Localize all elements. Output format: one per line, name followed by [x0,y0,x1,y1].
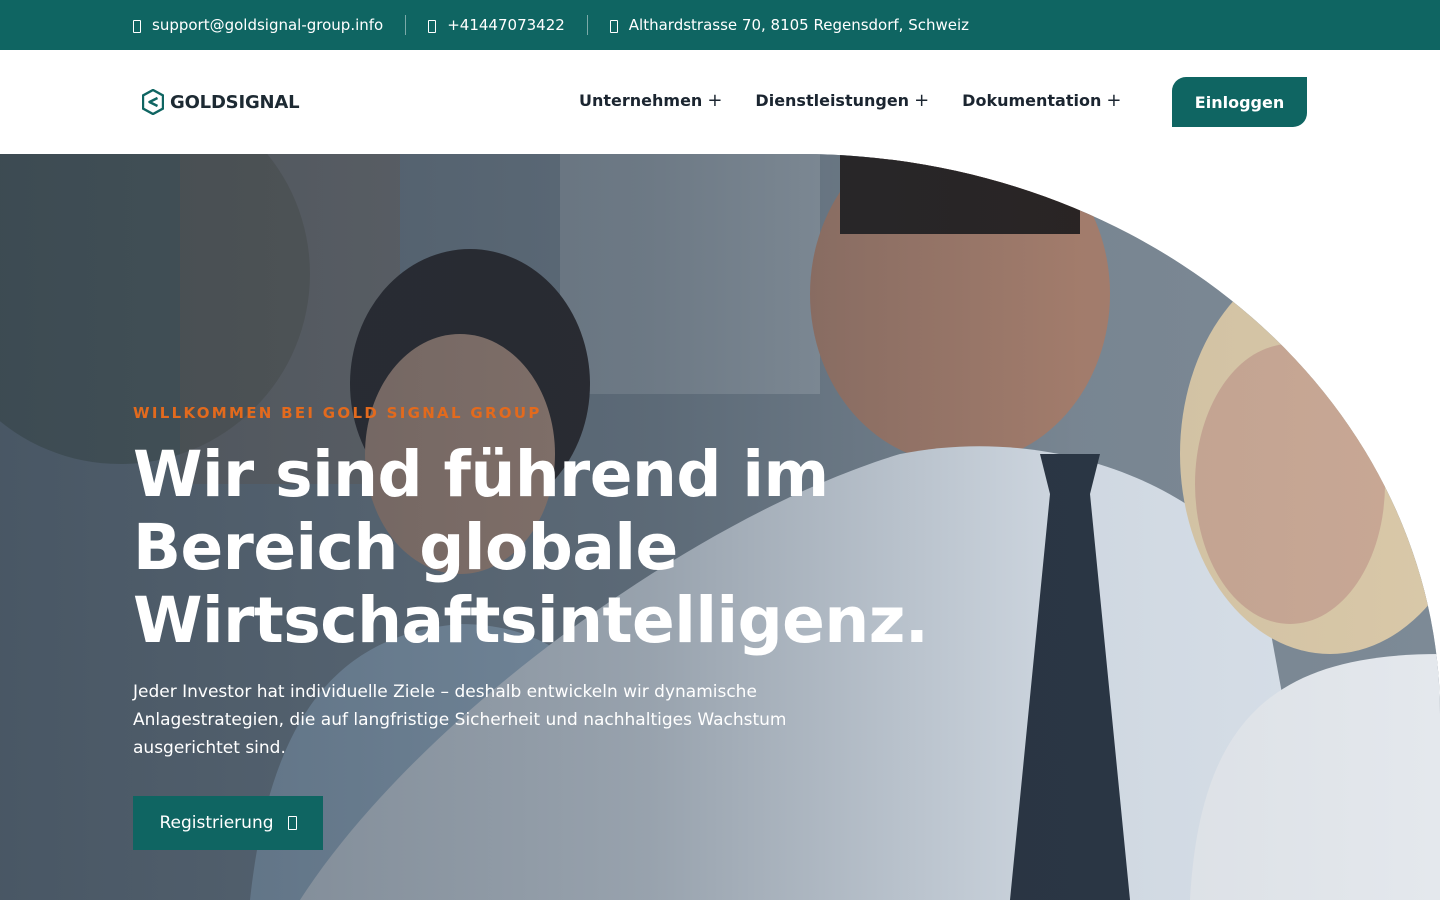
nav-item-label: Dienstleistungen [755,91,910,110]
nav-item-dienstleistungen[interactable]: Dienstleistungen + [755,90,929,111]
lead-line: Anlagestrategien, die auf langfristige S… [133,710,787,730]
nav-item-label: Unternehmen [579,91,703,110]
register-label: Registrierung [159,813,274,833]
headline-line: Wirtschaftsintelligenz. [133,584,929,657]
envelope-icon [133,20,141,33]
main-nav: Unternehmen + Dienstleistungen + Dokumen… [579,90,1154,111]
register-button[interactable]: Registrierung [133,796,323,850]
brand-logo[interactable]: GOLDSIGNAL [142,89,300,115]
nav-item-unternehmen[interactable]: Unternehmen + [579,90,722,111]
headline-line: Bereich globale [133,511,678,584]
hero-section: WILLKOMMEN BEI GOLD SIGNAL GROUP Wir sin… [0,154,1440,900]
lead-line: ausgerichtet sind. [133,738,286,758]
contact-address: Althardstrasse 70, 8105 Regensdorf, Schw… [609,16,970,34]
address-text: Althardstrasse 70, 8105 Regensdorf, Schw… [628,16,970,34]
plus-icon: + [707,90,723,111]
email-text: support@goldsignal-group.info [152,16,384,34]
phone-icon [428,20,437,33]
nav-item-dokumentation[interactable]: Dokumentation + [962,90,1121,111]
logo-mark-icon [142,89,164,115]
plus-icon: + [914,90,930,111]
top-info-bar: support@goldsignal-group.info +414470734… [0,0,1440,50]
divider [586,15,588,35]
login-button[interactable]: Einloggen [1172,77,1307,127]
contact-email[interactable]: support@goldsignal-group.info [133,16,383,34]
headline-line: Wir sind führend im [133,438,829,511]
hero-eyebrow: WILLKOMMEN BEI GOLD SIGNAL GROUP [133,404,542,422]
phone-text: +41447073422 [447,16,565,34]
map-pin-icon [609,20,618,33]
nav-item-label: Dokumentation [962,91,1102,110]
logo-text: GOLDSIGNAL [170,91,300,113]
divider [405,15,407,35]
site-header: GOLDSIGNAL Unternehmen + Dienstleistunge… [0,50,1440,154]
lead-line: Jeder Investor hat individuelle Ziele – … [133,682,757,702]
hero-headline: Wir sind führend im Bereich globale Wirt… [133,438,953,657]
arrow-right-icon [287,816,297,830]
contact-phone[interactable]: +41447073422 [428,16,565,34]
plus-icon: + [1106,90,1122,111]
hero-lead-text: Jeder Investor hat individuelle Ziele – … [133,678,813,762]
